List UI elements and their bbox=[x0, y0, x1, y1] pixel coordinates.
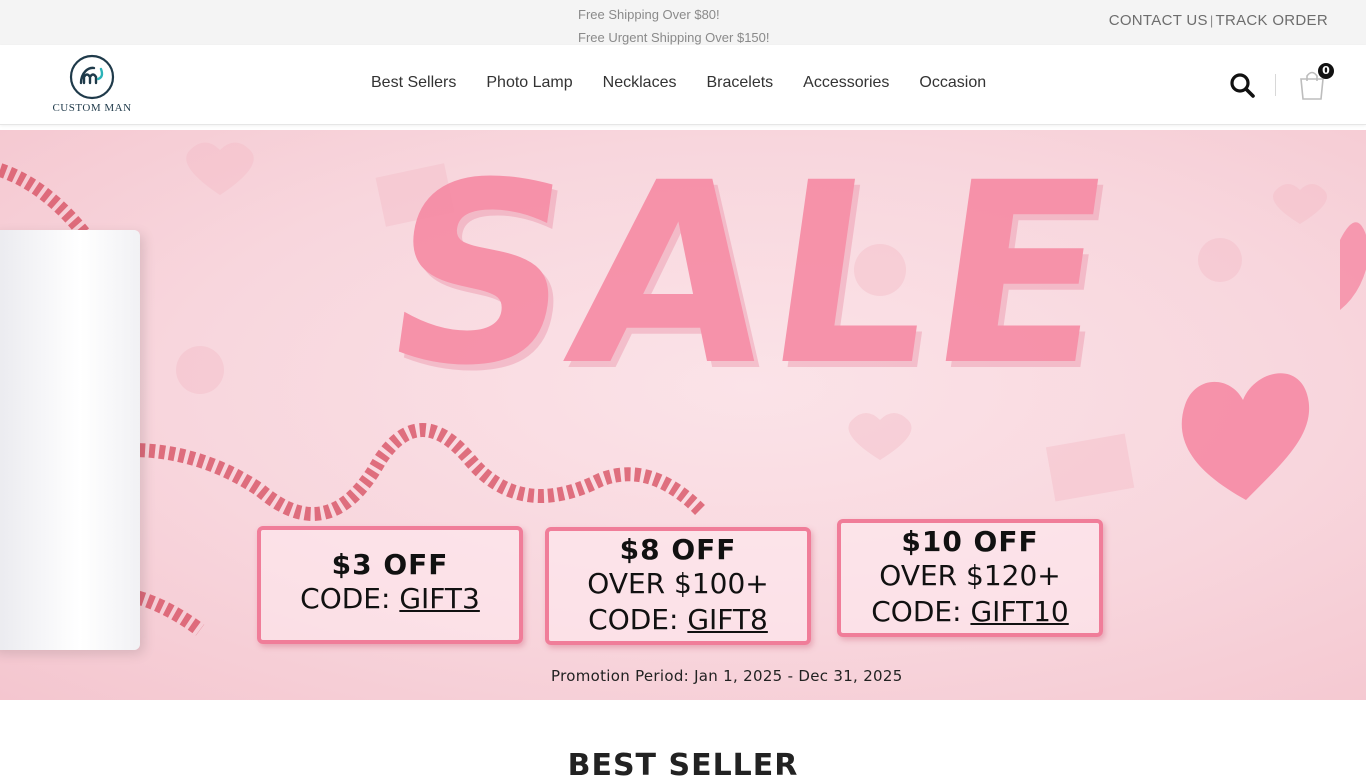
code-prefix: CODE: bbox=[871, 595, 971, 628]
nav-accessories[interactable]: Accessories bbox=[803, 74, 889, 92]
main-navigation: Best Sellers Photo Lamp Necklaces Bracel… bbox=[371, 74, 986, 92]
nav-necklaces[interactable]: Necklaces bbox=[603, 74, 677, 92]
header-divider bbox=[1275, 74, 1276, 96]
coupon-code-line: CODE: GIFT10 bbox=[841, 594, 1099, 630]
nav-bracelets[interactable]: Bracelets bbox=[706, 74, 773, 92]
track-order-link[interactable]: TRACK ORDER bbox=[1216, 12, 1328, 29]
free-shipping-text: Free Shipping Over $80! bbox=[578, 7, 720, 22]
link-separator: | bbox=[1209, 13, 1214, 28]
coupon-condition: OVER $120+ bbox=[879, 559, 1061, 592]
coupon-gift10[interactable]: $10 OFF OVER $120+ CODE: GIFT10 bbox=[837, 519, 1103, 637]
top-announcement-bar: Free Shipping Over $80! Free Urgent Ship… bbox=[0, 0, 1366, 45]
coupon-code[interactable]: GIFT3 bbox=[399, 582, 480, 615]
coupon-condition: OVER $100+ bbox=[587, 567, 769, 600]
logo-mark-icon bbox=[69, 54, 115, 100]
nav-best-sellers[interactable]: Best Sellers bbox=[371, 74, 456, 92]
coupon-code-line: CODE: GIFT8 bbox=[549, 602, 807, 638]
code-prefix: CODE: bbox=[300, 582, 400, 615]
site-header: CUSTOM MAN Best Sellers Photo Lamp Neckl… bbox=[0, 45, 1366, 125]
cart-count-badge: 0 bbox=[1318, 63, 1334, 79]
search-icon[interactable] bbox=[1229, 72, 1255, 98]
coupon-discount: $3 OFF bbox=[331, 548, 449, 581]
code-prefix: CODE: bbox=[588, 603, 688, 636]
header-actions: 0 bbox=[1229, 63, 1334, 103]
nav-photo-lamp[interactable]: Photo Lamp bbox=[486, 74, 572, 92]
top-links: CONTACT US | TRACK ORDER bbox=[1109, 12, 1328, 29]
promotion-period: Promotion Period: Jan 1, 2025 - Dec 31, … bbox=[551, 667, 903, 685]
gift-box-image bbox=[0, 230, 140, 650]
coupon-code-line: CODE: GIFT3 bbox=[261, 581, 519, 617]
coupon-discount: $8 OFF bbox=[619, 533, 737, 566]
sale-headline: SALE bbox=[369, 130, 1131, 420]
coupon-gift3[interactable]: $3 OFF CODE: GIFT3 bbox=[257, 526, 523, 644]
contact-us-link[interactable]: CONTACT US bbox=[1109, 12, 1208, 29]
coupon-code[interactable]: GIFT8 bbox=[687, 603, 768, 636]
best-seller-heading: BEST SELLER bbox=[567, 748, 799, 783]
coupon-gift8[interactable]: $8 OFF OVER $100+ CODE: GIFT8 bbox=[545, 527, 811, 645]
cart-button[interactable]: 0 bbox=[1298, 63, 1334, 101]
coupon-discount: $10 OFF bbox=[901, 525, 1039, 558]
nav-occasion[interactable]: Occasion bbox=[919, 74, 986, 92]
coupon-code[interactable]: GIFT10 bbox=[970, 595, 1068, 628]
site-logo[interactable]: CUSTOM MAN bbox=[50, 53, 134, 119]
logo-text: CUSTOM MAN bbox=[52, 102, 132, 114]
sale-banner[interactable]: SALE $3 OFF CODE: GIFT3 $8 OFF OVER $100… bbox=[0, 130, 1366, 700]
shipping-promos: Free Shipping Over $80! Free Urgent Ship… bbox=[578, 3, 770, 49]
